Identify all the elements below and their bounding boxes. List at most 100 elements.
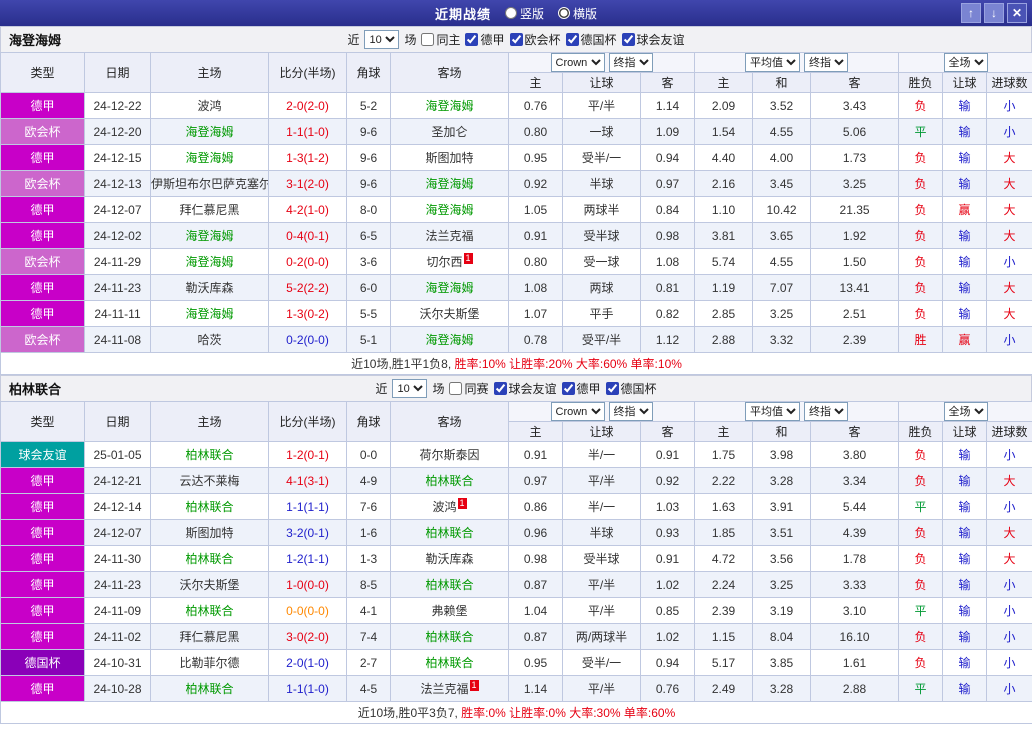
final-odds-select-2[interactable]: 终指 — [804, 402, 849, 421]
league-filter-checkbox-0[interactable]: 德甲 — [465, 31, 505, 48]
match-count-select[interactable]: 10 — [392, 379, 428, 398]
scroll-up-button[interactable]: ↑ — [961, 3, 981, 23]
header-col-score: 比分(半场) — [268, 401, 347, 442]
same-filter-checkbox[interactable]: 同主 — [421, 31, 460, 48]
away-team: 波鸿 1 — [390, 493, 509, 520]
home-team: 海登海姆 — [150, 300, 269, 327]
league-filter-checkbox-3[interactable]: 球会友谊 — [621, 31, 685, 48]
away-team-name: 海登海姆 — [425, 333, 474, 347]
league-filter-checkbox-0[interactable]: 球会友谊 — [493, 380, 557, 397]
match-row: 德甲 24-10-28 柏林联合 1-1(1-0) 4-5 法兰克福 1 1.14 平/半 0.7… — [0, 675, 1032, 702]
match-count-select[interactable]: 10 — [364, 30, 400, 49]
header-col-type: 类型 — [0, 401, 85, 442]
result-wdl: 负 — [898, 248, 944, 275]
result-goals: 大 — [986, 196, 1032, 223]
match-row: 德甲 24-11-23 沃尔夫斯堡 1-0(0-0) 8-5 柏林联合 0.87 平/半 1.0… — [0, 571, 1032, 598]
final-odds-select-2[interactable]: 终指 — [804, 53, 849, 72]
match-row: 德甲 24-12-02 海登海姆 0-4(0-1) 6-5 法兰克福 0.91 受半球 0.98… — [0, 222, 1032, 249]
close-icon[interactable]: ✕ — [1007, 3, 1027, 23]
layout-vertical-radio[interactable] — [504, 7, 517, 19]
home-team-name: 柏林联合 — [185, 448, 234, 462]
league-filter-checkbox-3-input[interactable] — [621, 33, 635, 46]
odds-value: 半/一 — [562, 441, 641, 468]
score: 2-0(1-0) — [268, 649, 347, 676]
final-odds-select[interactable]: 终指 — [608, 402, 653, 421]
league-filter-checkbox-2[interactable]: 德国杯 — [565, 31, 617, 48]
result-goals: 小 — [986, 118, 1032, 145]
odds-value: 3.80 — [810, 441, 900, 468]
league-filter-checkbox-2-input[interactable] — [565, 33, 579, 46]
league-badge: 德甲 — [0, 196, 85, 223]
same-filter-checkbox-input[interactable] — [421, 33, 435, 46]
corner-score: 9-6 — [346, 144, 391, 171]
summary-row: 近10场,胜0平3负7, 胜率:0% 让胜率:0% 大率:30% 单率:60% — [0, 701, 1032, 724]
header-col-type: 类型 — [0, 52, 85, 93]
final-odds-select[interactable]: 终指 — [608, 53, 653, 72]
odds-value: 平/半 — [562, 675, 641, 702]
home-team: 柏林联合 — [150, 545, 269, 572]
league-filter-checkbox-1-input[interactable] — [561, 382, 575, 395]
league-filter-checkbox-1[interactable]: 欧会杯 — [509, 31, 561, 48]
layout-vertical-option[interactable]: 竖版 — [504, 5, 544, 22]
match-date: 24-11-09 — [84, 597, 151, 624]
header-sub-客: 客 — [639, 72, 696, 93]
odds-value: 平手 — [562, 300, 641, 327]
result-goals: 小 — [986, 675, 1032, 702]
league-badge: 德甲 — [0, 92, 85, 119]
window-controls: ↑ ↓ ✕ — [961, 3, 1027, 23]
odds-value: 受半球 — [562, 545, 641, 572]
result-goals: 大 — [986, 545, 1032, 572]
odds-value: 1.75 — [694, 441, 754, 468]
result-goals: 小 — [986, 571, 1032, 598]
away-team: 海登海姆 — [390, 274, 509, 301]
same-filter-checkbox[interactable]: 同赛 — [449, 380, 489, 397]
odds-value: 5.06 — [810, 118, 900, 145]
summary-stats: 胜率:0% 让胜率:0% 大率:30% 单率:60% — [461, 706, 676, 720]
layout-horizontal-option[interactable]: 横版 — [558, 5, 597, 22]
match-row: 德甲 24-12-07 斯图加特 3-2(0-1) 1-6 柏林联合 0.96 半球 0.93 1… — [0, 519, 1032, 546]
full-match-select[interactable]: 全场 — [943, 53, 988, 72]
league-filter-checkbox-1-label: 欧会杯 — [524, 33, 561, 47]
away-team: 海登海姆 — [390, 92, 509, 119]
match-row: 欧会杯 24-12-13 伊斯坦布尔巴萨克塞尔 3-1(2-0) 9-6 海登海姆 0.92… — [0, 170, 1032, 197]
odds-value: 1.14 — [639, 92, 696, 119]
summary-record: 近10场,胜0平3负7, — [357, 706, 462, 720]
odds-value: 一球 — [562, 118, 641, 145]
header-sub-胜负: 胜负 — [898, 421, 944, 442]
league-filter-checkbox-1-label: 德甲 — [576, 382, 601, 396]
header-sub-主: 主 — [508, 421, 563, 442]
home-team-name: 沃尔夫斯堡 — [179, 578, 240, 592]
odds-value: 0.78 — [508, 326, 563, 353]
bookmaker-select[interactable]: Crown — [550, 53, 605, 72]
layout-vertical-label: 竖版 — [519, 6, 544, 21]
layout-horizontal-radio[interactable] — [558, 7, 570, 19]
league-badge: 欧会杯 — [0, 170, 85, 197]
odds-value: 5.44 — [810, 493, 900, 520]
section-header: 海登海姆 近 10 场 同主 德甲 欧会杯 德国杯 球会友谊 — [0, 26, 1032, 52]
bookmaker-select[interactable]: Crown — [550, 402, 605, 421]
away-team: 柏林联合 — [390, 649, 509, 676]
league-badge: 德甲 — [0, 274, 85, 301]
league-badge: 欧会杯 — [0, 248, 85, 275]
odds-value: 1.50 — [810, 248, 900, 275]
league-filter-checkbox-2[interactable]: 德国杯 — [605, 380, 657, 397]
scroll-down-button[interactable]: ↓ — [984, 3, 1004, 23]
odds-value: 3.56 — [752, 545, 812, 572]
league-filter-checkbox-0-input[interactable] — [493, 382, 507, 395]
result-wdl: 负 — [898, 222, 944, 249]
full-match-select[interactable]: 全场 — [943, 402, 988, 421]
league-filter-checkbox-1[interactable]: 德甲 — [561, 380, 601, 397]
league-filter-checkbox-0-input[interactable] — [465, 33, 479, 46]
league-filter-checkbox-2-input[interactable] — [605, 382, 619, 395]
average-select[interactable]: 平均值 — [745, 53, 801, 72]
away-team: 柏林联合 — [390, 519, 509, 546]
average-select[interactable]: 平均值 — [745, 402, 801, 421]
summary-stats: 胜率:10% 让胜率:20% 大率:60% 单率:10% — [454, 357, 682, 371]
result-handicap: 输 — [942, 92, 988, 119]
same-filter-checkbox-input[interactable] — [449, 382, 463, 395]
corner-score: 8-0 — [346, 196, 391, 223]
result-handicap: 输 — [942, 170, 988, 197]
home-team: 海登海姆 — [150, 118, 269, 145]
odds-value: 10.42 — [752, 196, 812, 223]
league-filter-checkbox-1-input[interactable] — [509, 33, 523, 46]
